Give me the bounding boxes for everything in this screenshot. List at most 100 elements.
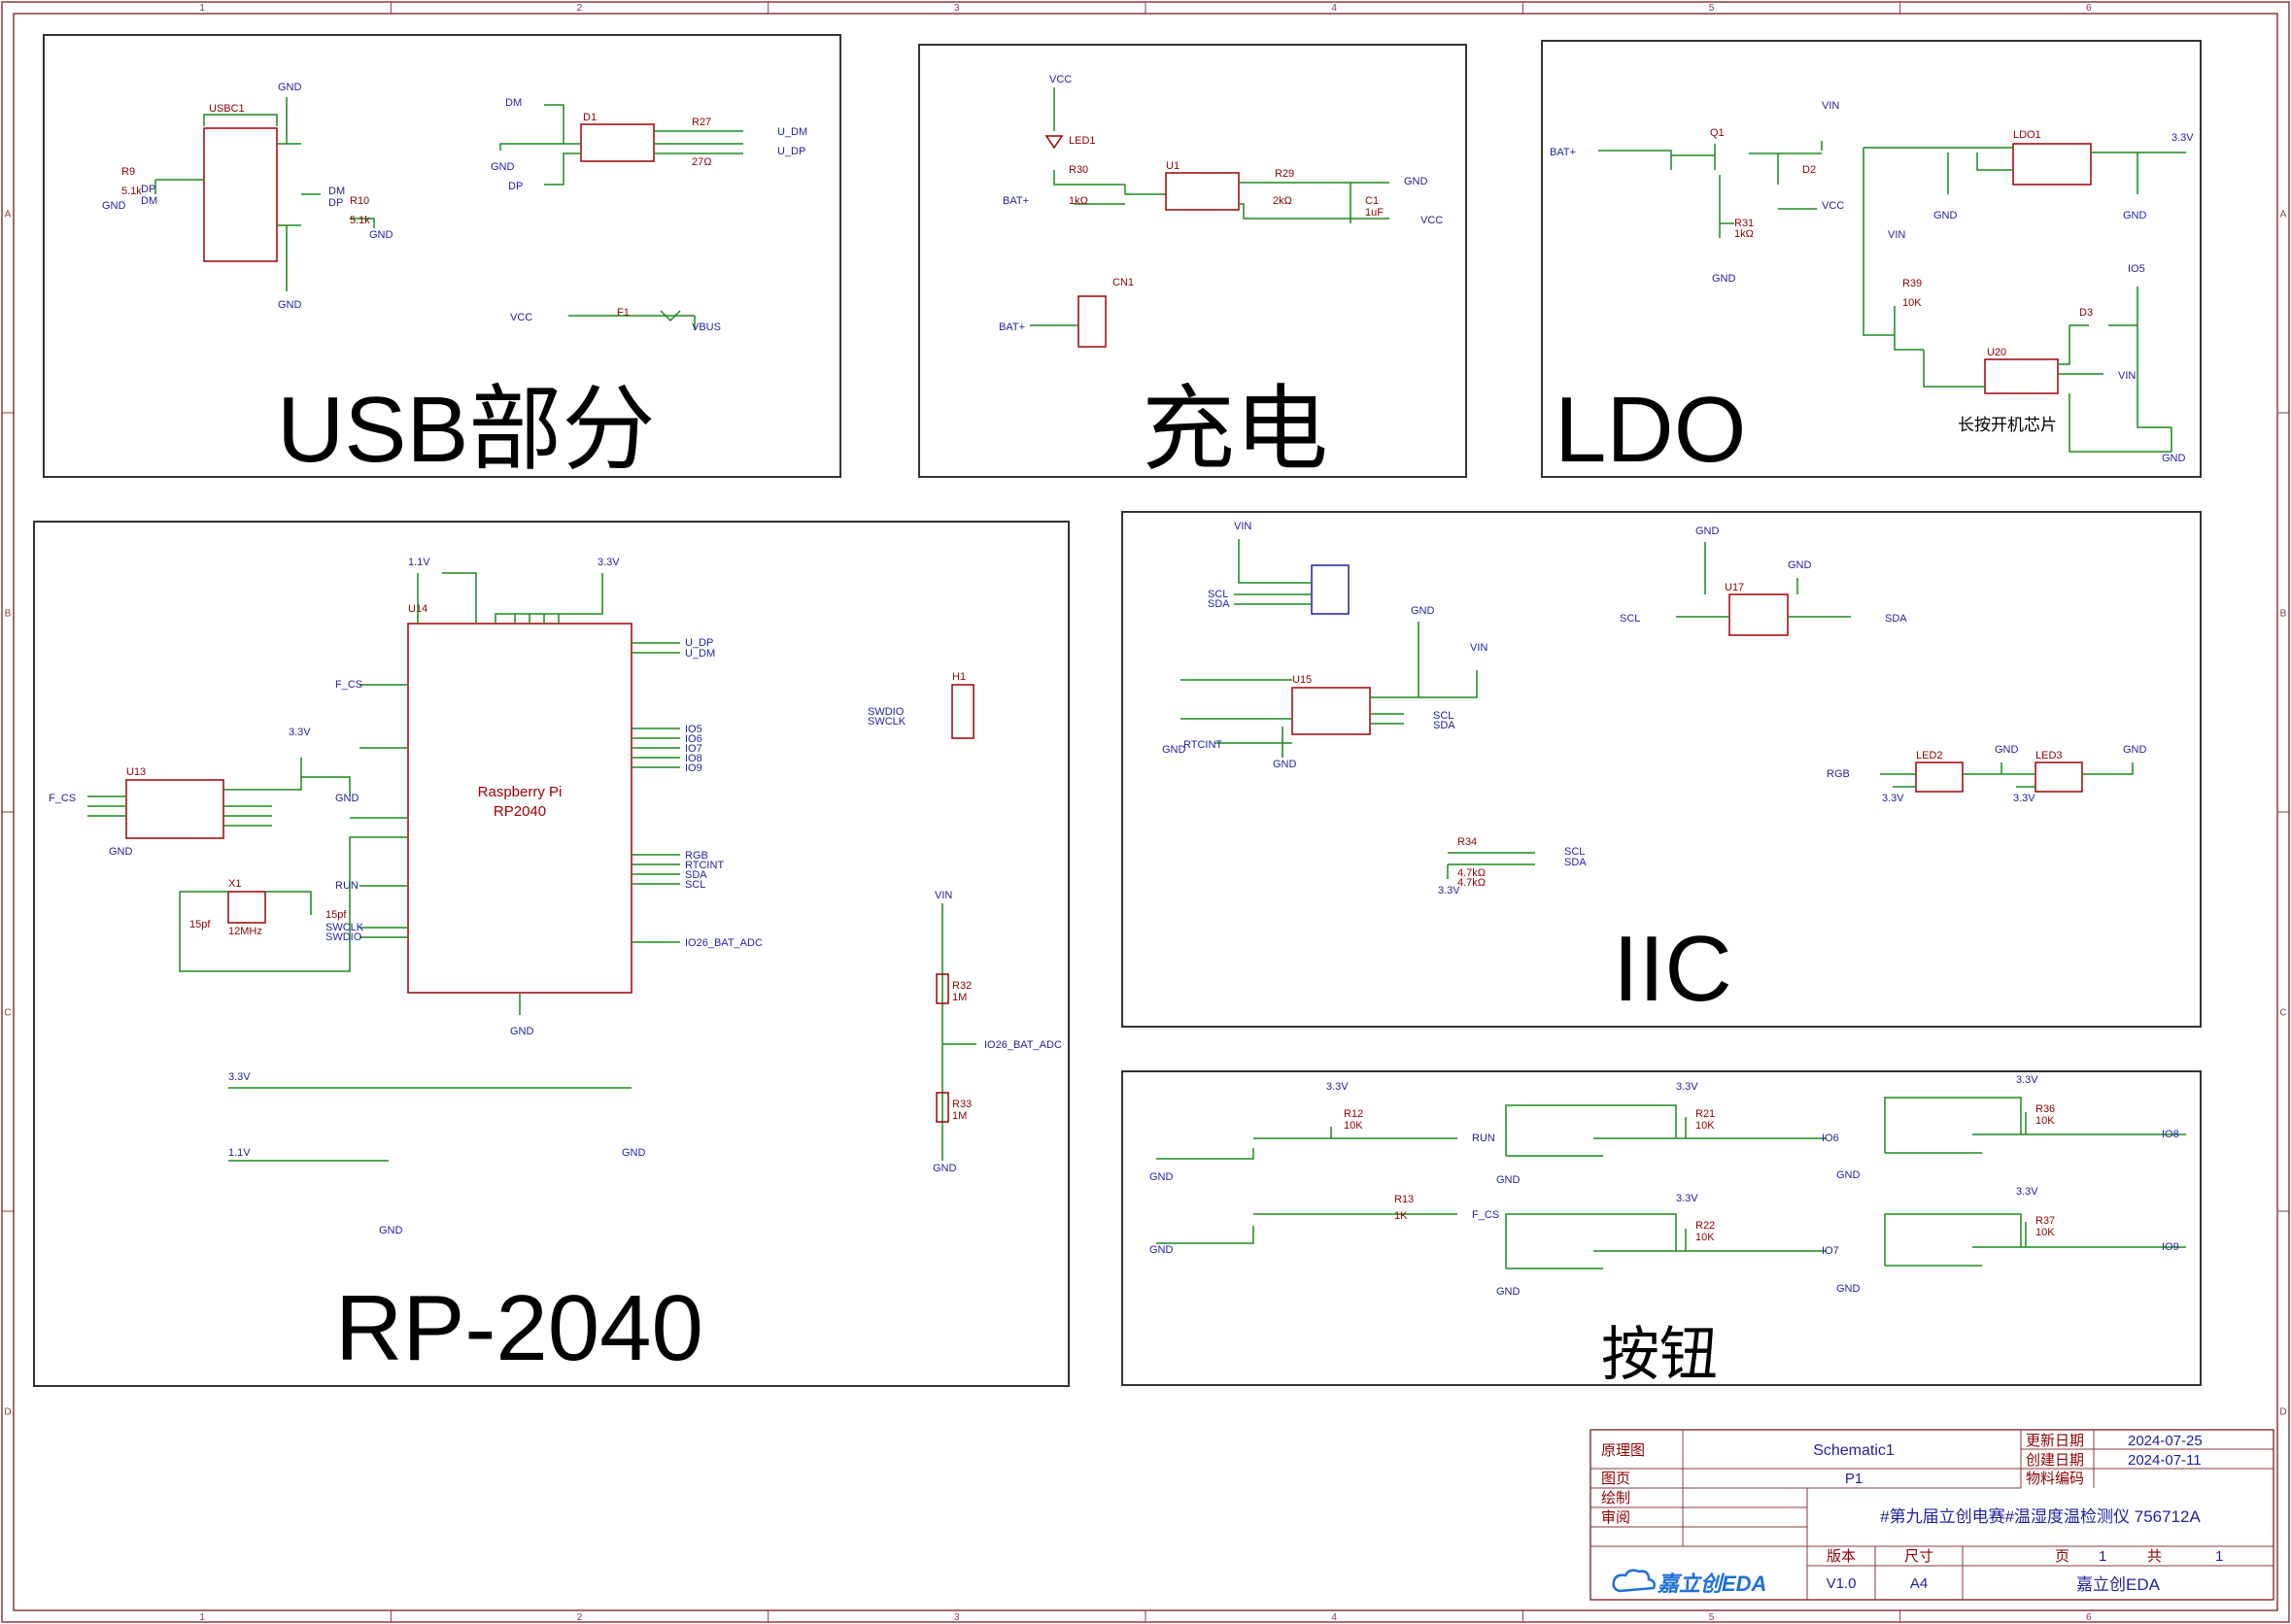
mcu-11v: 1.1V <box>408 557 430 568</box>
rp2040-section-title: RP-2040 <box>335 1276 703 1380</box>
tb-label-size: 尺寸 <box>1904 1548 1933 1565</box>
r37-value: 10K <box>2035 1227 2055 1238</box>
btn-io6: IO6 <box>1822 1133 1839 1144</box>
h1-swclk: SWCLK <box>868 716 906 727</box>
usb-dp-label: DP <box>141 184 155 195</box>
border-col-top: 1 <box>199 3 205 14</box>
ldo-vin-q: VIN <box>1888 229 1905 241</box>
u1-ref: U1 <box>1166 160 1180 172</box>
d2-ref: D2 <box>1802 164 1816 176</box>
h1-ref: H1 <box>952 671 966 683</box>
usb-circuit: USBC1 GND GND R9 5.1k DP DM DM DP R10 5.… <box>102 82 807 333</box>
r33-ref: R33 <box>952 1099 972 1110</box>
border-col-top: 6 <box>2086 3 2092 14</box>
x1-ref: X1 <box>228 878 241 890</box>
tb-label-schematic: 原理图 <box>1601 1442 1645 1459</box>
ldo-gnd-key: GND <box>2162 453 2186 464</box>
border-row-right: B <box>2280 609 2287 620</box>
btn-33v3: 3.3V <box>1676 1193 1698 1204</box>
tb-label-drawn: 绘制 <box>1601 1490 1630 1506</box>
pullup-33v: 3.3V <box>1438 885 1460 897</box>
led3-ref: LED3 <box>2035 750 2063 761</box>
udm-label: U_DM <box>777 126 807 138</box>
mcu-io9: IO9 <box>685 762 702 774</box>
charge-bat-label: BAT+ <box>1003 195 1029 207</box>
mcu-name-line2: RP2040 <box>494 803 546 820</box>
d1-dp-label: DP <box>508 181 523 192</box>
border-col-bottom: 1 <box>199 1612 205 1623</box>
r29-ref: R29 <box>1275 168 1294 180</box>
tb-label-version: 版本 <box>1827 1548 1856 1565</box>
rtc-gnd: GND <box>1162 744 1186 756</box>
r13-ref: R13 <box>1394 1194 1414 1205</box>
div-vin: VIN <box>935 890 952 901</box>
u20-vin: VIN <box>2118 370 2136 382</box>
x1-value: 12MHz <box>228 926 262 937</box>
tb-sheet: P1 <box>1845 1471 1863 1487</box>
ldo-vcc-label: VCC <box>1822 200 1844 212</box>
usb-dm-label: DM <box>141 195 157 207</box>
d3-ref: D3 <box>2079 307 2093 319</box>
border-row-right: A <box>2280 210 2287 220</box>
ldo-gnd-left: GND <box>1933 210 1958 221</box>
led3-33v: 3.3V <box>2013 793 2035 804</box>
mcu-gnd: GND <box>510 1026 534 1037</box>
ldo1-ref: LDO1 <box>2013 129 2041 141</box>
r37-ref: R37 <box>2035 1215 2055 1227</box>
udp-label: U_DP <box>777 146 805 157</box>
rtc-sda: SDA <box>1433 720 1455 731</box>
charge-circuit: VCC LED1 R30 1kΩ BAT+ U1 R29 2kΩ C1 1uF … <box>999 74 1443 348</box>
btn-gnd5: GND <box>1836 1169 1861 1181</box>
mcu-udm: U_DM <box>685 648 715 660</box>
iic-section-title: IIC <box>1613 917 1732 1021</box>
r9-value: 5.1k <box>121 186 142 197</box>
sensor-sda: SDA <box>1208 598 1230 610</box>
ldo-gnd-q1: GND <box>1712 273 1736 285</box>
border-col-top: 3 <box>954 3 960 14</box>
fuse-vcc-label: VCC <box>510 312 532 323</box>
schematic-sheet: 1 1 2 2 3 3 4 4 5 5 6 6 A A B B C C D D USB部分 充电 LDO RP-204… <box>1 1 2290 1623</box>
border-col-bottom: 3 <box>954 1612 960 1623</box>
rp2040-section-box <box>33 521 1070 1387</box>
r30-value: 1kΩ <box>1069 195 1088 207</box>
border-col-top: 5 <box>1709 3 1715 14</box>
mcu-33v: 3.3V <box>598 557 620 568</box>
c4-value: 15pf <box>325 909 347 921</box>
tb-company: 嘉立创EDA <box>2076 1575 2161 1594</box>
mcu-run: RUN <box>335 880 359 892</box>
title-block: 原理图 图页 绘制 审阅 Schematic1 P1 更新日期 2024-07-… <box>1590 1429 2274 1601</box>
border-col-bottom: 4 <box>1331 1612 1337 1623</box>
led2-33v: 3.3V <box>1882 793 1904 804</box>
tb-page: 1 <box>2099 1548 2106 1565</box>
border-row-left: D <box>4 1407 11 1418</box>
tb-schematic-name: Schematic1 <box>1813 1442 1895 1459</box>
rtc-vin: VIN <box>1470 642 1487 654</box>
div-gnd: GND <box>933 1163 957 1174</box>
charge-section-title: 充电 <box>1142 378 1328 482</box>
border-row-left: A <box>5 210 12 220</box>
r31-value: 1kΩ <box>1734 228 1754 240</box>
decap-11v: 1.1V <box>228 1147 251 1159</box>
flash-gnd2: GND <box>109 846 133 858</box>
btn-gnd6: GND <box>1836 1283 1861 1295</box>
border-col-bottom: 2 <box>577 1612 583 1623</box>
decap-gnd2: GND <box>379 1225 403 1236</box>
ldo-gnd-right: GND <box>2123 210 2147 221</box>
d1-gnd: GND <box>491 161 515 173</box>
mcu-io26: IO26_BAT_ADC <box>685 937 763 949</box>
ldo-note: 长按开机芯片 <box>1958 416 2057 434</box>
sensor-vin: VIN <box>1234 521 1251 532</box>
r39-ref: R39 <box>1902 278 1922 289</box>
iic-circuit: VIN SCL SDA U15 GND VIN SCL SDA RTCINT G… <box>1162 521 2147 897</box>
ldo-33v-out: 3.3V <box>2171 132 2194 144</box>
jlc-eda-logo: 嘉立创EDA <box>1612 1569 1766 1596</box>
r32-value: 1M <box>952 992 967 1003</box>
r34-ref: R34 <box>1457 836 1477 848</box>
f1-ref: F1 <box>617 307 630 319</box>
cn1-ref: CN1 <box>1112 277 1134 288</box>
btn-io7: IO7 <box>1822 1245 1839 1257</box>
r22-value: 10K <box>1695 1232 1715 1243</box>
btn-33v1: 3.3V <box>1326 1081 1349 1093</box>
cloud-icon <box>1612 1569 1657 1593</box>
usb-gnd-right: GND <box>369 229 393 241</box>
